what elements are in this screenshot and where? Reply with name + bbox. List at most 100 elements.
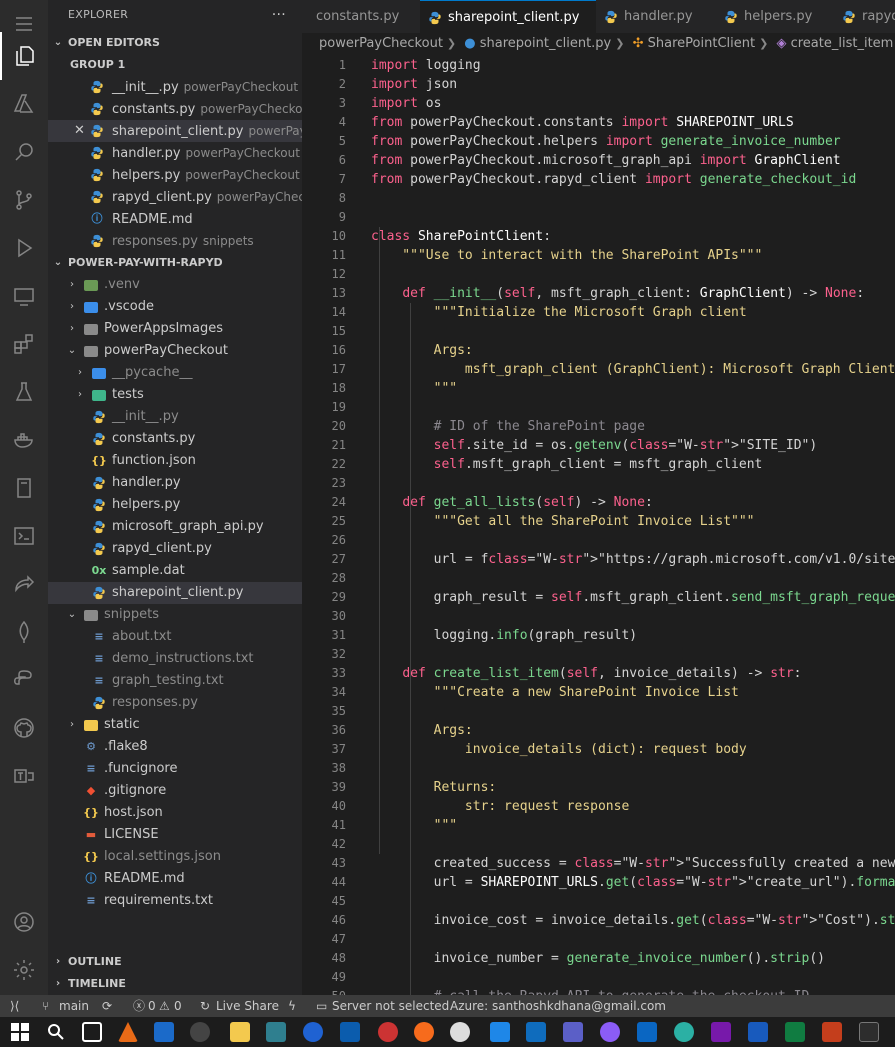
open-editor-item[interactable]: helpers.py powerPayCheckout — [48, 164, 302, 186]
warning-count[interactable]: 0 — [174, 995, 182, 1017]
mongodb-icon[interactable] — [0, 608, 48, 656]
breadcrumb-file[interactable]: sharepoint_client.py — [480, 36, 611, 51]
app-icon[interactable] — [859, 1022, 879, 1042]
extensions-icon[interactable] — [0, 320, 48, 368]
tree-item[interactable]: sharepoint_client.py — [48, 582, 302, 604]
testing-icon[interactable] — [0, 368, 48, 416]
open-editor-item[interactable]: ✕ sharepoint_client.py powerPayC... — [48, 120, 302, 142]
tree-item[interactable]: › static — [48, 714, 302, 736]
chevron-right-icon[interactable]: › — [50, 973, 66, 995]
section-open-editors[interactable]: ⌄ OPEN EDITORS — [48, 32, 302, 54]
tree-item[interactable]: ⚙ .flake8 — [48, 736, 302, 758]
chevron-right-icon[interactable]: › — [50, 951, 66, 973]
breadcrumb-class[interactable]: SharePointClient — [648, 36, 755, 51]
remote-explorer-icon[interactable] — [0, 272, 48, 320]
app-icon[interactable] — [378, 1022, 398, 1042]
settings-gear-icon[interactable] — [0, 946, 48, 994]
chevron-right-icon[interactable]: › — [72, 362, 88, 384]
python-icon[interactable] — [0, 656, 48, 704]
terminal-icon[interactable] — [0, 512, 48, 560]
server-status[interactable]: Server not selected — [332, 995, 449, 1017]
tree-item[interactable]: › PowerAppsImages — [48, 318, 302, 340]
task-view-icon[interactable] — [82, 1022, 102, 1042]
open-editor-item[interactable]: responses.py snippets — [48, 230, 302, 252]
onenote-icon[interactable] — [711, 1022, 731, 1042]
obs-icon[interactable] — [190, 1022, 210, 1042]
section-timeline[interactable]: › TIMELINE — [48, 973, 302, 995]
teams-icon[interactable] — [0, 752, 48, 800]
live-share-icon[interactable] — [0, 560, 48, 608]
close-icon[interactable]: ✕ — [74, 120, 85, 142]
tab-sharepoint-client[interactable]: sharepoint_client.py — [420, 0, 596, 33]
github-desktop-icon[interactable] — [450, 1022, 470, 1042]
azure-account[interactable]: Azure: santhoshkdhana@gmail.com — [450, 995, 666, 1017]
explorer-icon[interactable] — [0, 32, 48, 80]
tree-item[interactable]: ≡ requirements.txt — [48, 890, 302, 912]
word-icon[interactable] — [748, 1022, 768, 1042]
app-icon[interactable] — [266, 1022, 286, 1042]
tree-item[interactable]: handler.py — [48, 472, 302, 494]
tree-item[interactable]: ≡ demo_instructions.txt — [48, 648, 302, 670]
teams-taskbar-icon[interactable] — [563, 1022, 583, 1042]
tree-item[interactable]: › __pycache__ — [48, 362, 302, 384]
bolt-icon[interactable]: ϟ — [288, 995, 296, 1017]
tree-item[interactable]: __init__.py — [48, 406, 302, 428]
windows-start-icon[interactable] — [10, 1022, 30, 1042]
tree-item[interactable]: ≡ .funcignore — [48, 758, 302, 780]
tree-item[interactable]: 0x sample.dat — [48, 560, 302, 582]
vlc-icon[interactable] — [118, 1022, 138, 1042]
section-outline[interactable]: › OUTLINE — [48, 951, 302, 973]
tree-item[interactable]: {} function.json — [48, 450, 302, 472]
app-icon[interactable] — [154, 1022, 174, 1042]
vscode-icon[interactable] — [490, 1022, 510, 1042]
tab-helpers[interactable]: helpers.py — [716, 0, 834, 33]
branch-name[interactable]: main — [59, 995, 89, 1017]
chevron-down-icon[interactable]: ⌄ — [50, 252, 66, 274]
tree-item[interactable]: ◆ .gitignore — [48, 780, 302, 802]
firefox-icon[interactable] — [414, 1022, 434, 1042]
open-editor-item[interactable]: constants.py powerPayCheckout — [48, 98, 302, 120]
section-project[interactable]: ⌄ POWER-PAY-WITH-RAPYD — [48, 252, 302, 274]
tab-constants[interactable]: constants.py — [302, 0, 420, 33]
tree-item[interactable]: › tests — [48, 384, 302, 406]
open-editor-item[interactable]: handler.py powerPayCheckout — [48, 142, 302, 164]
open-editor-item[interactable]: __init__.py powerPayCheckout — [48, 76, 302, 98]
breadcrumb-folder[interactable]: powerPayCheckout — [319, 36, 443, 51]
live-share-button[interactable]: Live Share — [216, 995, 279, 1017]
accounts-icon[interactable] — [0, 898, 48, 946]
chevron-down-icon[interactable]: ⌄ — [50, 32, 66, 54]
chevron-right-icon[interactable]: › — [64, 714, 80, 736]
excel-icon[interactable] — [785, 1022, 805, 1042]
error-count[interactable]: 0 — [148, 995, 156, 1017]
docker-icon[interactable] — [0, 416, 48, 464]
tab-rapyd[interactable]: rapyd — [834, 0, 895, 33]
chevron-down-icon[interactable]: ⌄ — [64, 340, 80, 362]
more-actions-icon[interactable]: ··· — [272, 0, 286, 30]
run-debug-icon[interactable] — [0, 224, 48, 272]
breadcrumb-method[interactable]: create_list_item — [791, 36, 894, 51]
tree-item[interactable]: {} host.json — [48, 802, 302, 824]
tree-item[interactable]: ⌄ snippets — [48, 604, 302, 626]
bluetooth-icon[interactable] — [303, 1022, 323, 1042]
app-icon[interactable] — [600, 1022, 620, 1042]
tree-item[interactable]: › .venv — [48, 274, 302, 296]
azure-icon[interactable] — [0, 80, 48, 128]
open-editor-item[interactable]: ⓘ README.md — [48, 208, 302, 230]
tree-item[interactable]: microsoft_graph_api.py — [48, 516, 302, 538]
outlook-icon[interactable] — [526, 1022, 546, 1042]
remote-icon[interactable]: ⟩⟨ — [10, 995, 19, 1017]
tree-item[interactable]: rapyd_client.py — [48, 538, 302, 560]
trello-icon[interactable] — [340, 1022, 360, 1042]
edge-icon[interactable] — [674, 1022, 694, 1042]
open-editor-item[interactable]: rapyd_client.py powerPayChecko... — [48, 186, 302, 208]
source-control-icon[interactable] — [0, 176, 48, 224]
tree-item[interactable]: helpers.py — [48, 494, 302, 516]
tree-item[interactable]: ⓘ README.md — [48, 868, 302, 890]
sync-icon[interactable]: ⟳ — [102, 995, 112, 1017]
tree-item[interactable]: ≡ graph_testing.txt — [48, 670, 302, 692]
taskbar-search-icon[interactable] — [46, 1022, 66, 1042]
file-explorer-icon[interactable] — [230, 1022, 250, 1042]
tree-item[interactable]: ▬ LICENSE — [48, 824, 302, 846]
chevron-down-icon[interactable]: ⌄ — [64, 604, 80, 626]
tree-item[interactable]: {} local.settings.json — [48, 846, 302, 868]
